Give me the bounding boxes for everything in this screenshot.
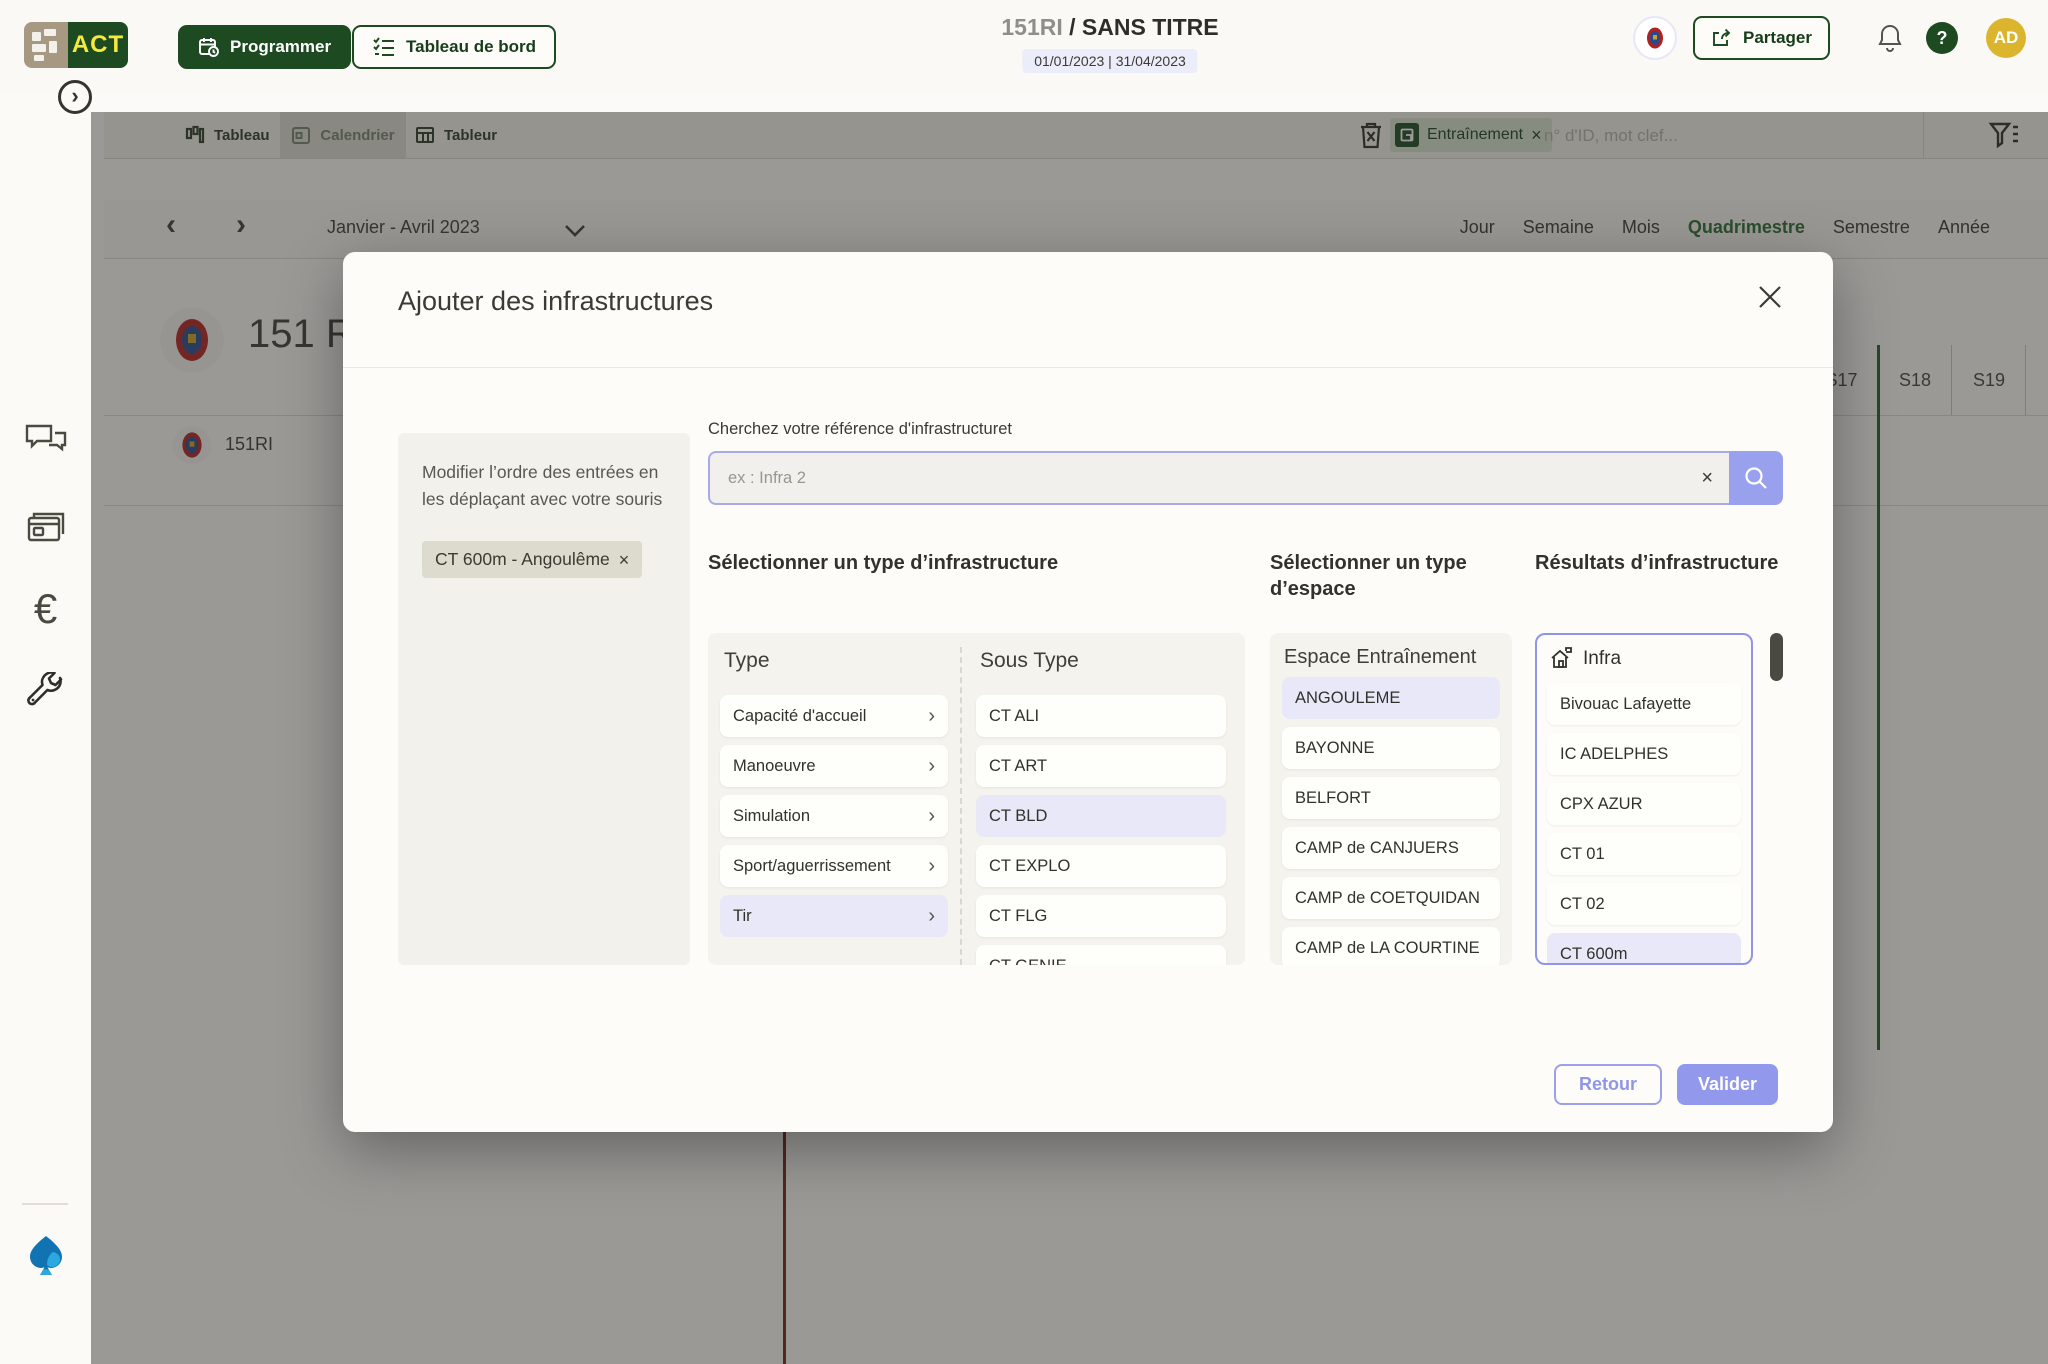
result-item[interactable]: IC ADELPHES (1547, 733, 1741, 775)
help-button[interactable]: ? (1926, 22, 1958, 54)
espace-item[interactable]: CAMP de COETQUIDAN (1282, 877, 1500, 919)
result-item[interactable]: CT 02 (1547, 883, 1741, 925)
type-soustype-panel: Type Capacité d'accueil› Manoeuvre› Simu… (708, 633, 1245, 965)
chip-label: CT 600m - Angoulême (435, 549, 610, 570)
chevron-right-icon: › (928, 855, 935, 878)
chevron-right-icon: › (928, 755, 935, 778)
result-item-selected[interactable]: CT 600m (1547, 933, 1741, 965)
checklist-icon (372, 36, 396, 58)
document-title-block: 151RI / SANS TITRE 01/01/2023 | 31/04/20… (1001, 14, 1218, 73)
chevron-right-icon: › (928, 705, 935, 728)
type-item[interactable]: Sport/aguerrissement› (720, 845, 948, 887)
results-scrollbar[interactable] (1770, 633, 1783, 681)
type-item-selected[interactable]: Tir› (720, 895, 948, 937)
left-sidebar: › € (0, 94, 91, 1364)
date-range-badge[interactable]: 01/01/2023 | 31/04/2023 (1022, 49, 1198, 73)
modal-divider (343, 367, 1833, 368)
act-logo: ACT (24, 22, 128, 68)
partager-label: Partager (1743, 28, 1812, 48)
espace-panel: Espace Entraînement ANGOULEME BAYONNE BE… (1270, 633, 1512, 965)
soustype-item[interactable]: CT ART (976, 745, 1226, 787)
chevron-right-icon: › (928, 805, 935, 828)
modal-title: Ajouter des infrastructures (398, 286, 713, 317)
results-header: Infra (1549, 647, 1741, 671)
type-item[interactable]: Manoeuvre› (720, 745, 948, 787)
act-logo-text: ACT (68, 22, 128, 68)
app-header: ACT Programmer Tableau de bord 151RI / S… (0, 0, 2048, 94)
expand-sidebar-button[interactable]: › (58, 80, 92, 114)
type-item[interactable]: Simulation› (720, 795, 948, 837)
calendar-clock-icon (198, 36, 220, 58)
espace-item[interactable]: CAMP de CANJUERS (1282, 827, 1500, 869)
search-input-wrap: × (708, 451, 1729, 505)
user-avatar[interactable]: AD (1986, 18, 2026, 58)
header-actions: Partager ? AD (1633, 16, 2026, 60)
soustype-item-selected[interactable]: CT BLD (976, 795, 1226, 837)
house-flag-icon (1549, 647, 1573, 671)
results-header-label: Infra (1583, 648, 1621, 670)
partager-button[interactable]: Partager (1693, 16, 1830, 60)
section-type-infrastructure: Sélectionner un type d’infrastructure (708, 550, 1058, 576)
unit-crest-icon[interactable] (1633, 16, 1677, 60)
result-item[interactable]: Bivouac Lafayette (1547, 683, 1741, 725)
chat-icon[interactable] (24, 423, 68, 459)
soustype-column: Sous Type CT ALI CT ART CT BLD CT EXPLO … (960, 647, 1226, 965)
programmer-button[interactable]: Programmer (178, 25, 351, 69)
soustype-item[interactable]: CT EXPLO (976, 845, 1226, 887)
add-infrastructure-modal: Ajouter des infrastructures Modifier l’o… (343, 252, 1833, 1132)
infrastructure-search: × (708, 451, 1783, 505)
soustype-item[interactable]: CT ALI (976, 695, 1226, 737)
results-panel: Infra Bivouac Lafayette IC ADELPHES CPX … (1535, 633, 1753, 965)
espace-item[interactable]: CAMP de LA COURTINE (1282, 927, 1500, 965)
magnifier-icon (1743, 465, 1769, 491)
tableau-de-bord-label: Tableau de bord (406, 37, 536, 57)
sidebar-divider (22, 1203, 68, 1205)
tableau-de-bord-button[interactable]: Tableau de bord (352, 25, 556, 69)
document-title: 151RI / SANS TITRE (1001, 14, 1218, 41)
selection-order-panel: Modifier l’ordre des entrées en les dépl… (398, 433, 690, 965)
type-header: Type (724, 649, 948, 673)
spade-logo-icon[interactable] (26, 1234, 66, 1276)
act-logo-mark (24, 22, 68, 68)
type-item[interactable]: Capacité d'accueil› (720, 695, 948, 737)
espace-item-selected[interactable]: ANGOULEME (1282, 677, 1500, 719)
search-label: Cherchez votre référence d'infrastructur… (708, 420, 1012, 439)
selected-infrastructure-chip[interactable]: CT 600m - Angoulême × (422, 541, 642, 578)
result-item[interactable]: CPX AZUR (1547, 783, 1741, 825)
section-type-espace: Sélectionner un type d’espace (1270, 550, 1482, 602)
section-resultats: Résultats d’infrastructure (1535, 550, 1778, 576)
clear-search-icon[interactable]: × (1685, 467, 1729, 490)
result-item[interactable]: CT 01 (1547, 833, 1741, 875)
type-column: Type Capacité d'accueil› Manoeuvre› Simu… (720, 647, 948, 965)
infrastructure-search-input[interactable] (710, 469, 1685, 488)
cards-icon[interactable] (25, 510, 67, 546)
programmer-label: Programmer (230, 37, 331, 57)
drag-hint-text: Modifier l’ordre des entrées en les dépl… (422, 459, 666, 513)
close-icon[interactable] (1757, 284, 1783, 310)
soustype-header: Sous Type (980, 649, 1226, 673)
chevron-right-icon: › (928, 905, 935, 928)
soustype-item[interactable]: CT GENIE (976, 945, 1226, 965)
espace-item[interactable]: BELFORT (1282, 777, 1500, 819)
modal-footer: Retour Valider (1554, 1064, 1778, 1105)
euro-icon[interactable]: € (34, 588, 57, 630)
valider-button[interactable]: Valider (1677, 1064, 1778, 1105)
espace-header: Espace Entraînement (1284, 645, 1500, 669)
soustype-item[interactable]: CT FLG (976, 895, 1226, 937)
remove-chip-icon[interactable]: × (619, 551, 630, 569)
search-button[interactable] (1729, 451, 1783, 505)
notifications-bell-icon[interactable] (1876, 23, 1904, 53)
app-screen: Tableau Calendrier Tableur (0, 0, 2048, 1364)
retour-button[interactable]: Retour (1554, 1064, 1662, 1105)
espace-item[interactable]: BAYONNE (1282, 727, 1500, 769)
wrench-icon[interactable] (26, 672, 66, 712)
share-icon (1711, 28, 1733, 48)
